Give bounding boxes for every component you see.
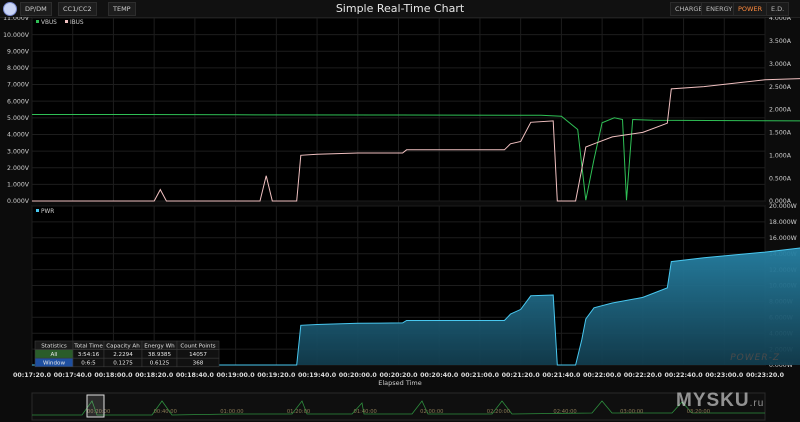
top-y-right-tick-label: 0.500A [769, 175, 792, 182]
top-y-left-tick-label: 1.000V [7, 182, 30, 189]
top-y-left-tick-label: 10.000V [3, 32, 30, 39]
tab-ed[interactable]: E.D. [766, 2, 790, 16]
top-y-left-tick-label: 6.000V [7, 98, 30, 105]
top-y-left-tick-label: 2.000V [7, 165, 30, 172]
x-tick-label: 00:21:00.0 [461, 372, 500, 379]
x-tick-label: 00:19:00.0 [217, 372, 256, 379]
stats-cell-value: 0:6:5 [81, 361, 96, 367]
x-axis-title: Elapsed Time [378, 379, 422, 387]
stats-cell-value: All [51, 352, 58, 358]
x-tick-label: 00:23:00.0 [705, 372, 744, 379]
navigator-tick-label: 02:40:00 [553, 409, 576, 415]
top-y-left-tick-label: 7.000V [7, 82, 30, 89]
top-y-left-tick-label: 3.000V [7, 148, 30, 155]
top-y-right-tick-label: 2.000A [769, 107, 792, 114]
x-tick-label: 00:20:00.0 [339, 372, 378, 379]
navigator-tick-label: 01:40:00 [354, 409, 377, 415]
x-tick-label: 00:19:40.0 [298, 372, 337, 379]
navigator-background [31, 392, 766, 421]
x-tick-label: 00:18:20.0 [135, 372, 174, 379]
tab-cc1-cc2[interactable]: CC1/CC2 [58, 2, 97, 16]
navigator-tick-label: 02:20:00 [487, 409, 510, 415]
stats-header-label: Total Time [73, 343, 103, 349]
top-y-left-tick-label: 0.000V [7, 198, 30, 205]
navigator-tick-label: 03:00:00 [620, 409, 643, 415]
top-y-right-tick-label: 1.500A [769, 130, 792, 137]
stats-cell-value: Window [43, 361, 65, 367]
legend-ibus-label: IBUS [70, 20, 84, 26]
tab-dp-dm[interactable]: DP/DM [20, 2, 52, 16]
stats-cell-value: 14057 [189, 352, 207, 358]
x-tick-label: 00:22:40.0 [665, 372, 704, 379]
stats-cell-value: 2.2294 [113, 352, 133, 358]
app-logo-icon[interactable] [3, 2, 17, 16]
x-tick-label: 00:21:20.0 [502, 372, 541, 379]
stats-header-label: Energy Wh [144, 343, 175, 349]
bottom-y-right-tick-label: 20.000W [769, 203, 797, 210]
realtime-chart[interactable]: 11.000V 10.000V 9.000V 8.000V 7.000V 6.000V 5.… [0, 17, 800, 422]
top-y-left-tick-label: 11.000V [3, 17, 30, 22]
top-y-left-tick-label: 5.000V [7, 115, 30, 122]
legend-vbus-swatch [36, 20, 39, 23]
x-tick-label: 00:18:40.0 [176, 372, 215, 379]
stats-cell-value: 38.9385 [148, 352, 172, 358]
navigator-tick-label: 00:40:00 [154, 409, 177, 415]
stats-header-label: Statistics [41, 343, 67, 349]
top-y-left-tick-label: 4.000V [7, 132, 30, 139]
top-y-left-tick-label: 8.000V [7, 65, 30, 72]
navigator-tick-label: 01:20:00 [287, 409, 310, 415]
x-tick-label: 00:20:20.0 [379, 372, 418, 379]
tab-power[interactable]: POWER [733, 2, 768, 16]
tab-temp[interactable]: TEMP [108, 2, 136, 16]
x-tick-label: 00:22:00.0 [583, 372, 622, 379]
brand-overlay: POWER-Z [730, 353, 780, 363]
stats-cell-value: 368 [193, 361, 204, 367]
bottom-y-right-tick-label: 18.000W [769, 219, 797, 226]
legend-ibus-swatch [65, 20, 68, 23]
x-tick-label: 00:20:40.0 [420, 372, 459, 379]
navigator-tick-label: 01:00:00 [220, 409, 243, 415]
x-tick-label: 00:22:20.0 [624, 372, 663, 379]
top-y-right-tick-label: 1.000A [769, 152, 792, 159]
bottom-y-right-tick-label: 16.000W [769, 235, 797, 242]
stats-header-label: Count Points [180, 343, 215, 349]
top-y-right-tick-label: 3.000A [769, 61, 792, 68]
x-axis: 00:17:20.0 00:17:40.0 00:18:00.0 00:18:20.0… [13, 372, 785, 387]
watermark: MYSKU.ru [676, 390, 765, 411]
navigator-strip[interactable]: 00:20:0000:40:0001:00:0001:20:0001:40:00… [31, 392, 766, 421]
voltage-current-panel: 11.000V 10.000V 9.000V 8.000V 7.000V 6.000V 5.… [3, 17, 800, 205]
legend-pwr-label: PWR [41, 209, 54, 215]
statistics-table: Statistics Total Time Capacity Ah Energy Wh… [34, 340, 220, 368]
x-tick-label: 00:21:40.0 [542, 372, 581, 379]
stats-cell-value: 0.1275 [113, 361, 133, 367]
top-toolbar: DP/DM CC1/CC2 TEMP Simple Real-Time Char… [0, 0, 800, 18]
x-tick-label: 00:17:40.0 [54, 372, 93, 379]
x-tick-label: 00:17:20.0 [13, 372, 52, 379]
stats-header-label: Capacity Ah [106, 343, 140, 349]
stats-cell-value: 3:54:16 [78, 352, 100, 358]
legend-vbus-label: VBUS [41, 20, 57, 26]
x-tick-label: 00:23:20.0 [746, 372, 785, 379]
top-y-right-tick-label: 4.000A [769, 17, 792, 22]
stats-cell-value: 0.6125 [150, 361, 170, 367]
top-y-right-tick-label: 2.500A [769, 84, 792, 91]
legend-pwr-swatch [36, 209, 39, 212]
top-y-right-tick-label: 3.500A [769, 38, 792, 45]
tab-energy[interactable]: ENERGY [701, 2, 738, 16]
x-tick-label: 00:18:00.0 [94, 372, 133, 379]
x-tick-label: 00:19:20.0 [257, 372, 296, 379]
navigator-tick-label: 02:00:00 [420, 409, 443, 415]
navigator-window-handle [86, 394, 105, 418]
top-y-left-tick-label: 9.000V [7, 48, 30, 55]
